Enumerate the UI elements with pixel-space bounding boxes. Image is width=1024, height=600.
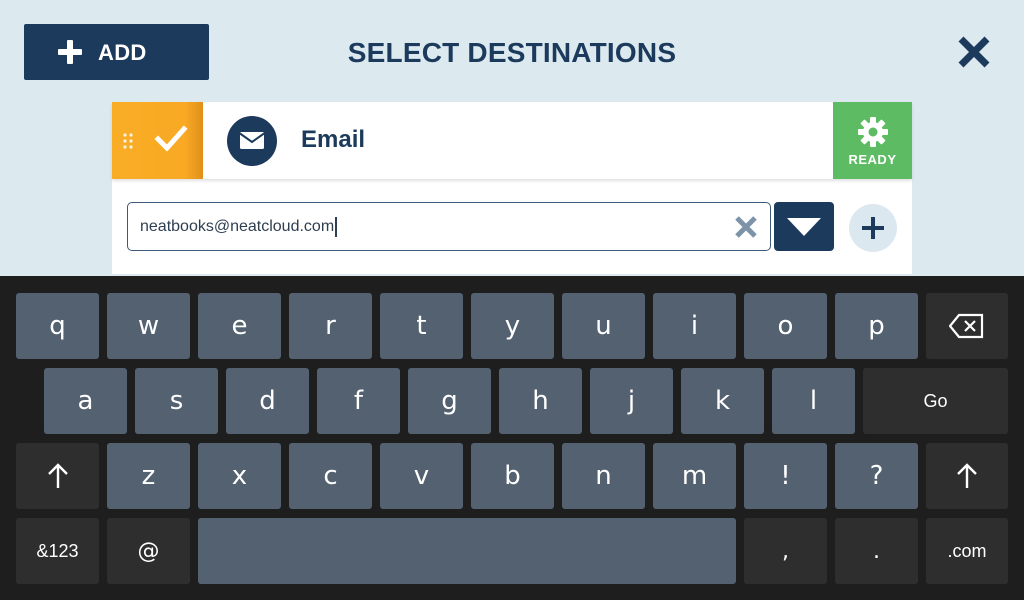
key-at[interactable]: @: [107, 518, 190, 584]
symbols-key[interactable]: &123: [16, 518, 99, 584]
key-s[interactable]: s: [135, 368, 218, 434]
drag-handle-icon[interactable]: [122, 132, 134, 150]
key-e[interactable]: e: [198, 293, 281, 359]
gear-icon: [858, 117, 888, 147]
destination-card: Email READY neatbooks@neatcloud.com: [112, 102, 912, 274]
checkmark-icon: [154, 125, 188, 152]
key-n[interactable]: n: [562, 443, 645, 509]
key-t[interactable]: t: [380, 293, 463, 359]
key-exclamation[interactable]: !: [744, 443, 827, 509]
go-key[interactable]: Go: [863, 368, 1008, 434]
destination-row: Email READY: [112, 102, 912, 179]
key-o[interactable]: o: [744, 293, 827, 359]
close-icon: [958, 36, 990, 68]
text-caret: [335, 217, 337, 237]
close-button[interactable]: [956, 34, 992, 70]
envelope-icon: [227, 116, 277, 166]
key-a[interactable]: a: [44, 368, 127, 434]
key-period[interactable]: .: [835, 518, 918, 584]
key-z[interactable]: z: [107, 443, 190, 509]
shift-key-right[interactable]: [926, 443, 1008, 509]
key-question[interactable]: ?: [835, 443, 918, 509]
key-k[interactable]: k: [681, 368, 764, 434]
key-p[interactable]: p: [835, 293, 918, 359]
destination-select-toggle[interactable]: [112, 102, 203, 179]
key-c[interactable]: c: [289, 443, 372, 509]
arrow-up-icon: [47, 463, 68, 488]
on-screen-keyboard: q w e r t y u i o p a s d f g h j k l Go…: [0, 276, 1024, 600]
status-badge: READY: [848, 152, 897, 167]
arrow-up-icon: [957, 463, 977, 488]
key-d[interactable]: d: [226, 368, 309, 434]
plus-icon: [862, 217, 884, 239]
destination-label: Email: [301, 126, 366, 153]
key-b[interactable]: b: [471, 443, 554, 509]
key-y[interactable]: y: [471, 293, 554, 359]
email-field[interactable]: neatbooks@neatcloud.com: [127, 202, 771, 251]
key-q[interactable]: q: [16, 293, 99, 359]
dotcom-key[interactable]: .com: [926, 518, 1008, 584]
email-dropdown-button[interactable]: [774, 202, 834, 251]
key-comma[interactable]: ,: [744, 518, 827, 584]
key-j[interactable]: j: [590, 368, 673, 434]
space-key[interactable]: [198, 518, 736, 584]
shift-key-left[interactable]: [16, 443, 99, 509]
key-m[interactable]: m: [653, 443, 736, 509]
clear-icon[interactable]: [733, 214, 759, 240]
caret-down-icon: [787, 218, 821, 236]
key-x[interactable]: x: [198, 443, 281, 509]
key-r[interactable]: r: [289, 293, 372, 359]
key-v[interactable]: v: [380, 443, 463, 509]
email-field-value: neatbooks@neatcloud.com: [140, 218, 335, 235]
destination-settings-button[interactable]: READY: [833, 102, 912, 179]
key-h[interactable]: h: [499, 368, 582, 434]
key-f[interactable]: f: [317, 368, 400, 434]
key-i[interactable]: i: [653, 293, 736, 359]
backspace-icon: [949, 313, 984, 339]
key-g[interactable]: g: [408, 368, 491, 434]
add-email-button[interactable]: [849, 204, 897, 252]
page-title: SELECT DESTINATIONS: [347, 37, 677, 68]
key-l[interactable]: l: [772, 368, 855, 434]
header: ADD SELECT DESTINATIONS: [0, 0, 1024, 100]
backspace-key[interactable]: [926, 293, 1008, 359]
key-u[interactable]: u: [562, 293, 645, 359]
key-w[interactable]: w: [107, 293, 190, 359]
email-field-value-wrap: neatbooks@neatcloud.com: [140, 217, 337, 237]
